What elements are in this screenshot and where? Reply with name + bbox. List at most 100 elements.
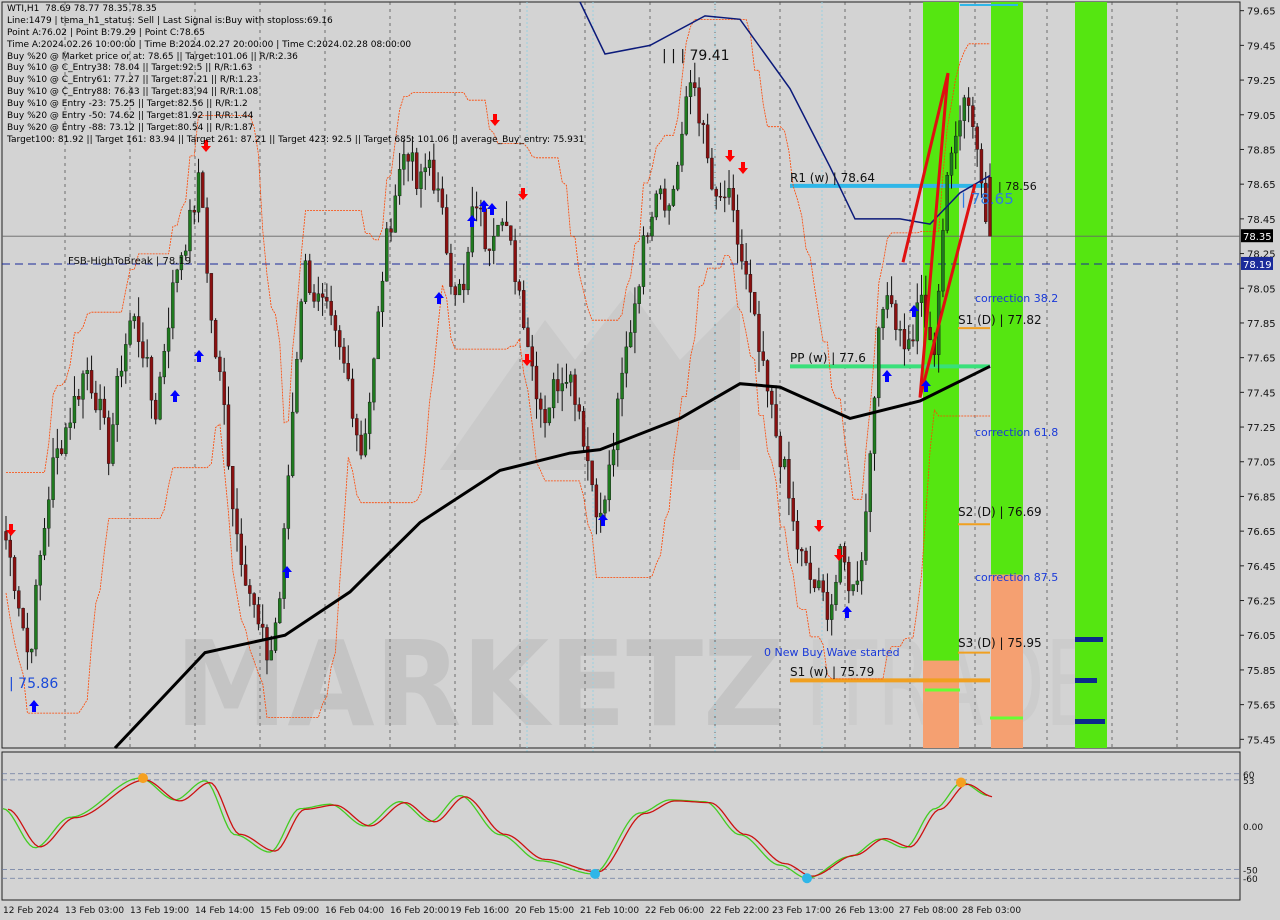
candle-body [47,499,51,529]
candle-body [654,193,658,218]
candle-body [42,528,47,556]
candle-body [539,398,543,410]
orange-zone [991,574,1023,748]
correction-38-label: correction 38.2 [975,292,1058,305]
candle-body [449,252,453,287]
candle-body [500,221,504,226]
candle-body [945,175,949,231]
fsb-label: FSB-HighToBreak | 78.19 [68,256,191,267]
candle-body [966,97,971,106]
candle-body [628,332,633,348]
time-tick-label: 22 Feb 06:00 [645,906,704,916]
time-tick-label: 27 Feb 08:00 [899,906,958,916]
candle-body [705,124,710,159]
candle-body [51,457,55,500]
candle-body [316,293,321,302]
candle-body [436,188,440,191]
candle-body [329,300,333,316]
high-label: | | | 79.41 [662,48,730,64]
time-tick-label: 13 Feb 19:00 [130,906,189,916]
candle-body [59,448,64,454]
candle-body [586,446,590,462]
candle-body [239,533,244,565]
candle-body [701,122,706,125]
candle-body [171,282,175,329]
candle-body [496,224,500,237]
time-tick-label: 23 Feb 17:00 [772,906,831,916]
candle-body [38,555,42,586]
price-tick-label: 76.25 [1247,597,1276,608]
candle-body [444,207,449,254]
candle-body [847,561,851,592]
blue-marker [1075,678,1097,683]
candle-body [136,316,141,342]
candle-body [611,449,616,466]
candle-body [415,152,419,189]
candle-body [667,205,671,211]
candle-body [359,434,363,456]
candle-body [919,294,924,303]
candle-body [971,105,975,128]
candle-body [243,564,248,586]
price-tick-label: 77.25 [1247,423,1276,434]
candle-body [791,498,795,522]
candle-body [543,409,547,424]
candle-body [727,188,731,198]
candle-body [380,280,385,313]
candle-body [166,327,171,352]
candle-body [222,371,226,405]
candle-body [881,309,885,329]
candle-body [119,370,124,377]
time-tick-label: 12 Feb 2024 [3,906,59,916]
candle-body [419,171,423,189]
price-tick-label: 76.45 [1247,562,1276,573]
osc-top-dot [138,773,148,784]
price-tick-label: 77.65 [1247,354,1276,365]
candle-body [821,580,825,593]
candle-body [462,283,466,291]
candle-body [530,346,534,367]
candle-body [979,149,984,184]
candle-body [590,460,594,486]
candle-body [757,313,761,352]
candle-body [812,579,817,589]
candle-body [282,528,286,599]
time-axis: 12 Feb 2024 13 Feb 03:00 13 Feb 19:00 14 Fe… [3,906,1021,916]
s1w-label: S1 (w) | 75.79 [790,665,874,679]
price-tick-label: 76.85 [1247,492,1276,503]
info-line: Buy %20 @ Entry -50: 74.62 || Target:81.… [7,111,254,122]
price-tick-label: 79.65 [1247,7,1276,18]
correction-87-label: correction 87.5 [975,571,1058,584]
candle-body [898,329,902,331]
candle-body [731,188,736,211]
candle-body [265,627,269,661]
candle-body [393,195,398,233]
candle-body [162,351,166,378]
candle-body [744,261,748,275]
candle-body [941,230,945,292]
candle-body [509,225,513,241]
orange-zone [923,660,959,748]
candle-body [483,208,487,250]
pp-label: PP (w) | 77.6 [790,351,866,365]
candle-body [470,206,475,253]
candle-body [710,157,714,190]
price-tick-label: 75.85 [1247,666,1276,677]
candle-body [457,283,462,296]
candle-body [406,154,410,162]
candle-body [641,235,646,287]
candle-body [77,396,81,400]
candle-body [338,330,342,348]
candle-body [423,167,427,173]
candle-body [752,291,757,315]
candle-body [124,344,128,372]
osc-bottom-dot [590,868,600,879]
candle-body [269,650,273,661]
candle-body [573,374,577,405]
s1d-label: S1 (D) | 77.82 [958,313,1042,327]
candle-body [569,374,573,383]
candle-body [260,623,265,628]
candle-body [440,188,445,208]
time-tick-label: 13 Feb 03:00 [65,906,124,916]
candle-body [21,608,25,629]
